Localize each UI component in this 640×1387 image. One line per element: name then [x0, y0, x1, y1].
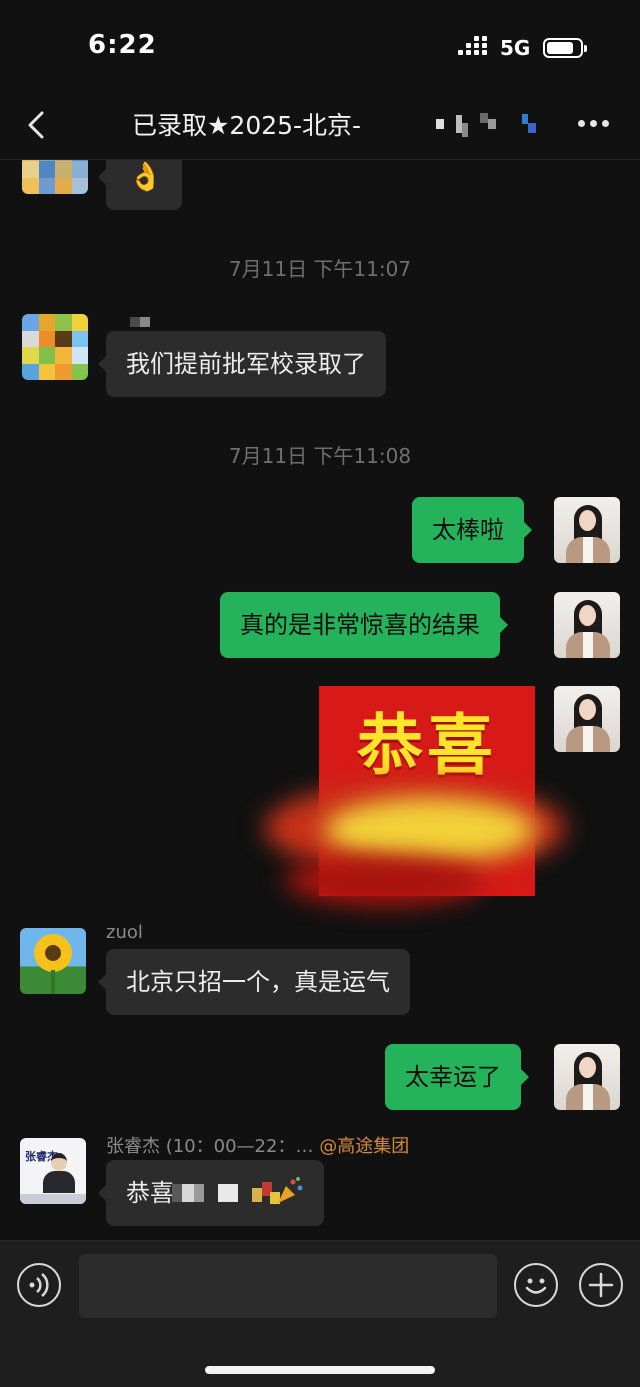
member-avatar[interactable]	[22, 160, 88, 194]
message-bubble-in[interactable]: 恭喜	[98, 1160, 324, 1226]
signal-icon	[458, 36, 492, 58]
emoji-button[interactable]	[514, 1263, 558, 1307]
chat-header: 已录取★2025-北京-	[0, 90, 640, 160]
battery-icon	[543, 38, 587, 58]
member-avatar[interactable]	[20, 928, 86, 994]
message-input[interactable]	[79, 1254, 497, 1318]
chevron-left-icon	[28, 111, 44, 139]
sender-name: 张睿杰 (10：00—22：… @高途集团	[106, 1132, 409, 1158]
member-avatar[interactable]: 张睿杰	[20, 1138, 86, 1204]
message-bubble-in[interactable]: 👌	[98, 160, 182, 210]
emoji-icon	[525, 1278, 547, 1294]
message-bubble-in[interactable]: 我们提前批军校录取了	[98, 331, 386, 397]
voice-icon	[29, 1273, 49, 1297]
input-toolbar	[0, 1240, 640, 1387]
message-bubble-out[interactable]: 太幸运了	[385, 1044, 529, 1110]
status-bar: 6:22 5G	[0, 0, 640, 90]
message-bubble-out[interactable]: 太棒啦	[412, 497, 532, 563]
sender-name-text: 张睿杰 (10：00—22：…	[106, 1136, 314, 1157]
timestamp: 7月11日 下午11:08	[228, 444, 412, 468]
network-label: 5G	[500, 36, 531, 60]
title-redaction	[436, 113, 536, 137]
chat-title: 已录取★2025-北京-	[132, 111, 362, 140]
message-bubble-out[interactable]: 真的是非常惊喜的结果	[220, 592, 508, 658]
sender-name: zuol	[106, 922, 143, 943]
message-text: 恭喜	[126, 1179, 174, 1207]
back-button[interactable]	[22, 108, 52, 142]
home-indicator[interactable]	[205, 1366, 435, 1374]
self-avatar[interactable]	[554, 1044, 620, 1110]
plus-icon	[588, 1272, 614, 1298]
self-avatar[interactable]	[554, 592, 620, 658]
voice-button[interactable]	[17, 1263, 61, 1307]
sticker-text: 恭喜	[357, 707, 497, 784]
self-avatar[interactable]	[554, 497, 620, 563]
plus-button[interactable]	[579, 1263, 623, 1307]
congrats-sticker[interactable]: 恭喜	[255, 686, 585, 926]
chat-history[interactable]: 👌 7月11日 下午11:07 我们提前批军校录取了 7月11日 下午11:08…	[0, 160, 640, 1240]
member-avatar[interactable]	[22, 314, 88, 380]
sender-name-redacted	[130, 317, 150, 327]
timestamp: 7月11日 下午11:07	[228, 257, 412, 281]
message-bubble-in[interactable]: 北京只招一个，真是运气	[98, 949, 410, 1015]
sticker-redaction	[325, 798, 535, 862]
sticker-redaction	[285, 856, 485, 906]
sender-org: @高途集团	[319, 1136, 410, 1157]
more-button[interactable]	[576, 120, 612, 130]
status-time: 6:22	[88, 30, 157, 60]
party-popper-icon	[278, 1177, 303, 1203]
self-avatar[interactable]	[554, 686, 620, 752]
